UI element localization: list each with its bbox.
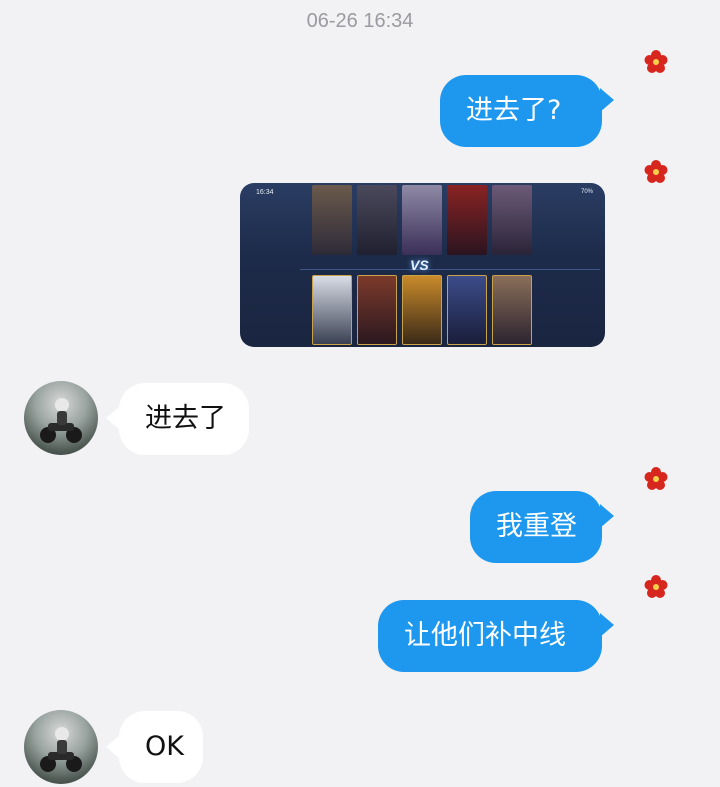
hero-card [312,185,352,255]
message-text: 进去了? [466,95,562,126]
message-bubble-outgoing[interactable]: 让他们补中线 [378,600,602,672]
message-bubble-outgoing[interactable]: 我重登 [470,491,602,563]
bubble-tail [600,613,614,637]
bubble-tail [106,406,120,430]
hero-card [312,275,352,345]
bubble-tail [106,735,120,759]
hero-card [357,275,397,345]
message-bubble-outgoing[interactable]: 进去了? [440,75,602,147]
motorcycle-icon [40,398,82,443]
hero-card [357,185,397,255]
status-bar-battery: 70% [580,189,593,195]
hero-card [402,275,442,345]
hero-card [447,275,487,345]
vs-label: VS [410,257,429,273]
message-text: 进去了 [145,403,226,434]
message-bubble-incoming[interactable]: OK [119,711,203,783]
message-bubble-incoming[interactable]: 进去了 [119,383,249,455]
flower-icon[interactable] [644,575,668,599]
contact-avatar[interactable] [24,710,98,784]
flower-icon[interactable] [644,50,668,74]
flower-icon[interactable] [644,160,668,184]
flower-icon[interactable] [644,467,668,491]
hero-card [492,275,532,345]
message-text: OK [145,731,184,762]
hero-card [402,185,442,255]
bubble-tail [600,88,614,112]
message-text: 我重登 [496,511,577,542]
contact-avatar[interactable] [24,381,98,455]
message-timestamp: 06-26 16:34 [306,10,414,32]
hero-card [492,185,532,255]
motorcycle-icon [40,727,82,772]
hero-card [447,185,487,255]
bubble-tail [600,504,614,528]
divider [300,269,600,270]
message-text: 让他们补中线 [404,620,566,651]
message-image-screenshot[interactable]: 16:34 70% VS [240,183,605,347]
status-bar-time: 16:34 [256,189,274,196]
